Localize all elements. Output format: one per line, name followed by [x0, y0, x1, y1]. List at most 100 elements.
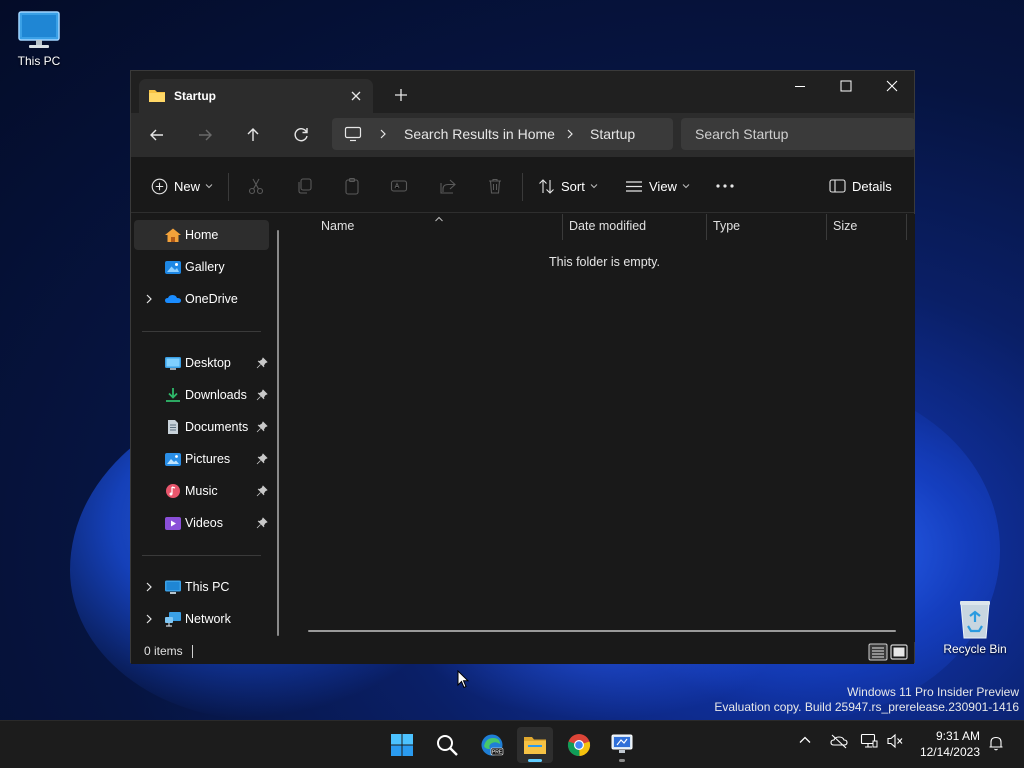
- close-icon: [351, 91, 361, 101]
- cut-button[interactable]: [247, 173, 265, 199]
- home-icon: [164, 227, 182, 243]
- column-divider[interactable]: [826, 214, 827, 240]
- column-header-size[interactable]: Size: [833, 219, 857, 233]
- sidebar-item-gallery[interactable]: Gallery: [134, 252, 269, 282]
- column-divider[interactable]: [906, 214, 907, 240]
- column-header-name[interactable]: Name: [321, 219, 354, 233]
- new-button[interactable]: New: [151, 173, 213, 199]
- forward-button[interactable]: [191, 121, 219, 149]
- watermark-line: Windows 11 Pro Insider Preview: [847, 685, 1019, 699]
- details-view-toggle[interactable]: [868, 642, 888, 662]
- divider: [228, 173, 229, 201]
- pin-icon: [256, 517, 268, 532]
- large-icons-view-toggle[interactable]: [889, 642, 909, 662]
- start-button[interactable]: [384, 727, 420, 763]
- arrow-up-icon: [247, 128, 259, 141]
- taskbar-file-explorer[interactable]: [517, 727, 553, 763]
- notifications-button[interactable]: [988, 735, 1004, 754]
- download-icon: [164, 387, 182, 403]
- bell-icon: [989, 736, 1003, 751]
- address-bar[interactable]: Search Results in Home Startup: [332, 118, 673, 150]
- column-header-date-modified[interactable]: Date modified: [569, 219, 646, 233]
- view-button[interactable]: View: [625, 173, 690, 199]
- sort-button-label: Sort: [561, 178, 585, 194]
- sidebar-scrollbar[interactable]: [277, 230, 279, 636]
- divider: [142, 555, 261, 556]
- search-icon: [437, 735, 458, 756]
- rename-button[interactable]: [390, 173, 408, 199]
- back-button[interactable]: [143, 121, 171, 149]
- breadcrumb-search-results[interactable]: Search Results in Home: [404, 126, 555, 142]
- paste-button[interactable]: [343, 173, 361, 199]
- sidebar-item-pictures[interactable]: Pictures: [134, 444, 269, 474]
- status-divider: [192, 645, 193, 658]
- taskbar-remote-desktop[interactable]: [604, 727, 640, 763]
- chevron-right-icon[interactable]: [377, 126, 389, 145]
- sort-button[interactable]: Sort: [538, 173, 598, 199]
- chevron-right-icon[interactable]: [143, 581, 155, 596]
- pictures-icon: [164, 451, 182, 467]
- chrome-icon: [567, 734, 591, 757]
- sidebar-item-videos[interactable]: Videos: [134, 508, 269, 538]
- sidebar-item-this-pc[interactable]: This PC: [134, 572, 269, 602]
- sidebar-item-network[interactable]: Network: [134, 604, 269, 634]
- search-input[interactable]: [681, 118, 915, 150]
- column-header-type[interactable]: Type: [713, 219, 740, 233]
- maximize-button[interactable]: [823, 71, 869, 103]
- sidebar-item-label: Pictures: [185, 452, 231, 466]
- active-app-indicator: [528, 759, 542, 762]
- chevron-up-icon: [799, 736, 811, 743]
- pin-icon: [256, 357, 268, 372]
- taskbar: PRE 9:31 AM 12/14/2023: [0, 720, 1024, 768]
- up-button[interactable]: [239, 121, 267, 149]
- search-box[interactable]: [681, 118, 915, 150]
- column-divider[interactable]: [562, 214, 563, 240]
- column-divider[interactable]: [706, 214, 707, 240]
- chevron-down-icon: [205, 184, 213, 189]
- onedrive-tray-button[interactable]: [829, 733, 849, 752]
- horizontal-scrollbar[interactable]: [308, 630, 896, 632]
- title-bar[interactable]: Startup: [131, 71, 914, 113]
- divider: [142, 331, 261, 332]
- close-window-button[interactable]: [869, 71, 915, 103]
- breadcrumb-startup[interactable]: Startup: [590, 126, 635, 142]
- taskbar-edge-beta[interactable]: PRE: [474, 727, 510, 763]
- sidebar-item-documents[interactable]: Documents: [134, 412, 269, 442]
- refresh-button[interactable]: [287, 121, 315, 149]
- divider: [522, 173, 523, 201]
- desktop-icon-label: This PC: [17, 54, 61, 68]
- taskbar-clock[interactable]: 9:31 AM 12/14/2023: [920, 728, 980, 760]
- chevron-right-icon[interactable]: [143, 613, 155, 628]
- delete-button[interactable]: [486, 173, 504, 199]
- network-tray-button[interactable]: [860, 733, 878, 752]
- sidebar-item-downloads[interactable]: Downloads: [134, 380, 269, 410]
- chevron-right-icon[interactable]: [143, 293, 155, 308]
- monitor-icon[interactable]: [344, 126, 362, 145]
- taskbar-chrome[interactable]: [561, 727, 597, 763]
- chevron-right-icon[interactable]: [564, 126, 576, 145]
- taskbar-search-button[interactable]: [429, 727, 465, 763]
- sidebar-item-label: Music: [185, 484, 218, 498]
- sidebar-item-desktop[interactable]: Desktop: [134, 348, 269, 378]
- show-hidden-icons-button[interactable]: [798, 733, 812, 750]
- sidebar-item-music[interactable]: Music: [134, 476, 269, 506]
- copy-button[interactable]: [295, 173, 313, 199]
- tab-close-button[interactable]: [345, 85, 367, 107]
- minimize-button[interactable]: [777, 71, 823, 103]
- tab-startup[interactable]: Startup: [139, 79, 373, 113]
- more-options-button[interactable]: [715, 173, 735, 199]
- share-button[interactable]: [439, 173, 457, 199]
- details-pane-button[interactable]: Details: [829, 173, 892, 199]
- volume-tray-button[interactable]: [886, 733, 904, 752]
- svg-text:PRE: PRE: [492, 750, 503, 756]
- close-icon: [886, 80, 898, 92]
- new-tab-button[interactable]: [389, 84, 413, 106]
- desktop-icon-recycle-bin[interactable]: Recycle Bin: [939, 598, 1011, 656]
- desktop-icon-this-pc[interactable]: This PC: [3, 10, 75, 68]
- pin-icon: [256, 453, 268, 468]
- chevron-down-icon: [590, 184, 598, 189]
- sidebar-item-home[interactable]: Home: [134, 220, 269, 250]
- copy-icon: [298, 178, 312, 194]
- sidebar-item-onedrive[interactable]: OneDrive: [134, 284, 269, 314]
- file-explorer-icon: [524, 737, 546, 754]
